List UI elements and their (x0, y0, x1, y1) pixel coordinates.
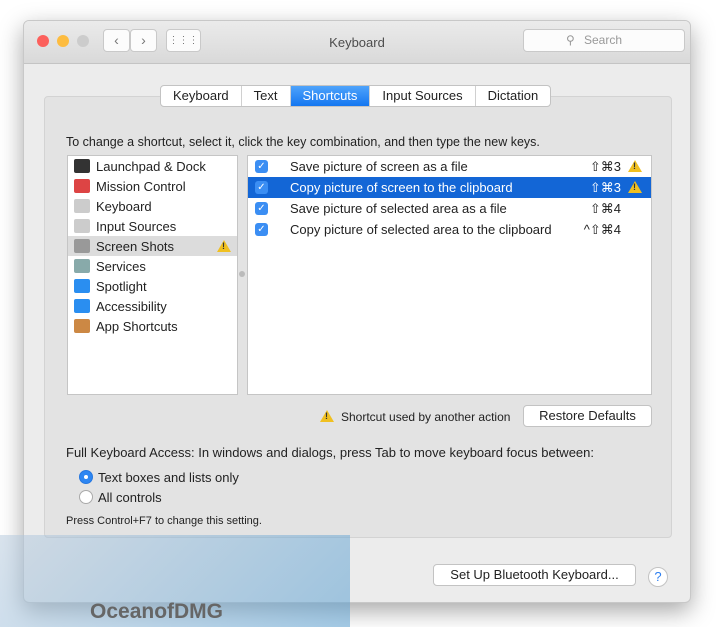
category-item[interactable]: Keyboard (68, 196, 237, 216)
shortcut-row[interactable]: ✓ Save picture of selected area as a file… (248, 198, 651, 219)
hint-text: Press Control+F7 to change this setting. (66, 515, 262, 527)
category-item[interactable]: Spotlight (68, 276, 237, 296)
shortcut-keys[interactable]: ⇧⌘3 (590, 159, 621, 175)
set-up-bluetooth-keyboard-button[interactable]: Set Up Bluetooth Keyboard... (433, 564, 636, 586)
shortcut-table[interactable]: ✓ Save picture of screen as a file ⇧⌘3! ✓ Co… (247, 155, 652, 395)
category-label: Screen Shots (96, 238, 175, 254)
shortcut-label: Save picture of screen as a file (290, 159, 468, 174)
shortcuts-panel: To change a shortcut, select it, click t… (44, 96, 672, 538)
keyboard-icon (74, 219, 90, 233)
instructions: To change a shortcut, select it, click t… (66, 135, 540, 149)
category-item[interactable]: Input Sources (68, 216, 237, 236)
watermark-text: OceanofDMG (90, 600, 224, 623)
tab-dictation[interactable]: Dictation (476, 86, 551, 106)
category-item[interactable]: Launchpad & Dock (68, 156, 237, 176)
gear-icon (74, 259, 90, 273)
category-label: Input Sources (96, 218, 177, 234)
radio-text-boxes-label[interactable]: Text boxes and lists only (98, 470, 239, 485)
warning-icon: ! (628, 181, 642, 193)
shortcut-keys[interactable]: ⇧⌘3 (590, 180, 621, 196)
category-label: Mission Control (96, 178, 186, 194)
search-placeholder: Search (584, 33, 623, 47)
shortcut-checkbox[interactable]: ✓ (255, 181, 268, 194)
radio-text-boxes[interactable] (79, 470, 93, 484)
accessibility-icon (74, 299, 90, 313)
shortcut-keys[interactable]: ⇧⌘4 (590, 201, 621, 217)
shortcut-row[interactable]: ✓ Save picture of screen as a file ⇧⌘3! (248, 156, 651, 177)
shortcut-label: Save picture of selected area as a file (290, 201, 507, 216)
help-button[interactable]: ? (648, 567, 668, 587)
shortcut-checkbox[interactable]: ✓ (255, 223, 268, 236)
category-label: Services (96, 258, 146, 274)
shortcut-label: Copy picture of screen to the clipboard (290, 180, 513, 195)
shortcut-checkbox[interactable]: ✓ (255, 160, 268, 173)
split-handle[interactable] (239, 271, 245, 277)
category-label: Launchpad & Dock (96, 158, 206, 174)
radio-all-controls-label[interactable]: All controls (98, 490, 162, 505)
category-label: Keyboard (96, 198, 152, 214)
category-label: Spotlight (96, 278, 147, 294)
tab-bar: Keyboard Text Shortcuts Input Sources Di… (160, 85, 552, 107)
tab-keyboard[interactable]: Keyboard (161, 86, 242, 106)
category-label: Accessibility (96, 298, 167, 314)
title-bar: ‹ › ⋮⋮⋮ Keyboard ⚲ Search (24, 21, 690, 64)
shortcut-keys[interactable]: ^⇧⌘4 (584, 222, 621, 238)
mission-control-icon (74, 179, 90, 193)
category-item[interactable]: Accessibility (68, 296, 237, 316)
warning-icon: ! (628, 160, 642, 172)
warning-icon: ! (217, 240, 231, 252)
full-keyboard-access-label: Full Keyboard Access: In windows and dia… (66, 445, 594, 460)
category-label: App Shortcuts (96, 318, 178, 334)
shortcut-label: Copy picture of selected area to the cli… (290, 222, 552, 237)
keyboard-icon (74, 199, 90, 213)
category-item[interactable]: Mission Control (68, 176, 237, 196)
category-item[interactable]: Screen Shots! (68, 236, 237, 256)
launchpad-icon (74, 159, 90, 173)
shortcut-row[interactable]: ✓ Copy picture of selected area to the cl… (248, 219, 651, 240)
radio-all-controls[interactable] (79, 490, 93, 504)
tab-text[interactable]: Text (242, 86, 291, 106)
screenshot-icon (74, 239, 90, 253)
tab-input-sources[interactable]: Input Sources (370, 86, 476, 106)
warning-icon: ! (320, 410, 334, 422)
category-item[interactable]: Services (68, 256, 237, 276)
category-list[interactable]: Launchpad & Dock Mission Control Keyboard I… (67, 155, 238, 395)
shortcut-checkbox[interactable]: ✓ (255, 202, 268, 215)
shortcut-row[interactable]: ✓ Copy picture of screen to the clipboard… (248, 177, 651, 198)
conflict-note: Shortcut used by another action (341, 410, 511, 424)
search-icon: ⚲ (566, 33, 575, 47)
spotlight-icon (74, 279, 90, 293)
search-field[interactable]: ⚲ Search (523, 29, 685, 52)
tab-shortcuts[interactable]: Shortcuts (290, 86, 371, 106)
category-item[interactable]: App Shortcuts (68, 316, 237, 336)
restore-defaults-button[interactable]: Restore Defaults (523, 405, 652, 427)
keyboard-preferences-window: ‹ › ⋮⋮⋮ Keyboard ⚲ Search Keyboard Text … (23, 20, 691, 603)
app-shortcuts-icon (74, 319, 90, 333)
